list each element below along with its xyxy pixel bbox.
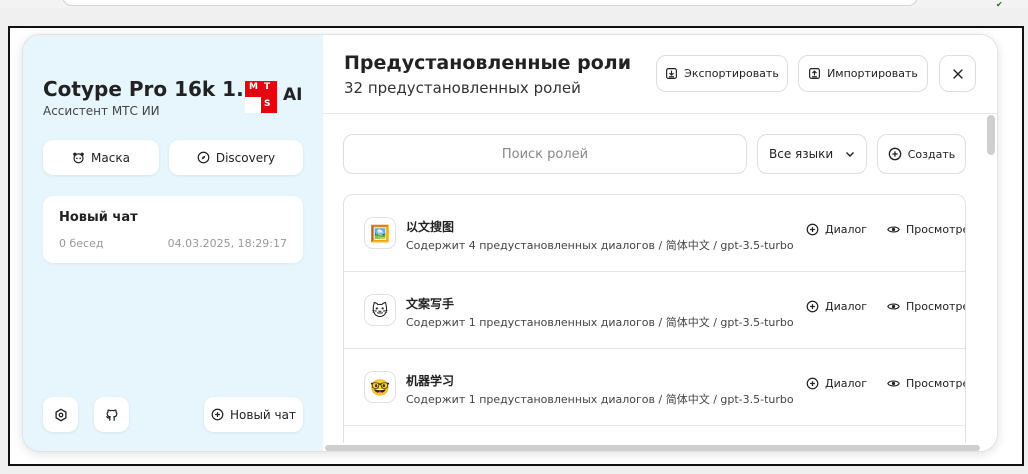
role-avatar: 🤓: [364, 371, 396, 403]
mask-button[interactable]: Маска: [43, 140, 159, 175]
role-avatar: 🖼️: [364, 217, 396, 249]
settings-button[interactable]: [43, 397, 78, 432]
eye-icon: [887, 226, 900, 233]
dialog-label: Диалог: [825, 223, 868, 236]
view-button[interactable]: Просмотреть: [887, 223, 965, 236]
view-label: Просмотреть: [906, 300, 965, 313]
chat-count: 0 бесед: [59, 237, 104, 250]
role-row: 🖼️ 以文搜图 Содержит 4 предустановленных диа…: [344, 195, 965, 272]
upload-icon: [809, 68, 821, 79]
view-button[interactable]: Просмотреть: [887, 300, 965, 313]
role-row: 🤓 机器学习 Содержит 1 предустановленных диал…: [344, 349, 965, 426]
role-name: 机器学习: [406, 374, 455, 388]
export-label: Экспортировать: [684, 67, 779, 80]
roles-panel: Предустановленные роли 32 предустановлен…: [323, 35, 997, 451]
dialog-button[interactable]: Диалог: [806, 300, 867, 313]
import-button[interactable]: Импортировать: [798, 55, 928, 92]
app-container: Cotype Pro 16k 1.1 Ассистент МТС ИИ M T …: [22, 34, 998, 452]
chat-item[interactable]: Новый чат 0 бесед 04.03.2025, 18:29:17: [43, 196, 303, 263]
role-name: 文案写手: [406, 297, 455, 311]
vertical-scrollbar[interactable]: [987, 115, 995, 155]
create-button[interactable]: Создать: [877, 134, 966, 174]
search-input[interactable]: [343, 134, 747, 174]
discovery-label: Discovery: [215, 150, 276, 165]
dialog-label: Диалог: [825, 377, 868, 390]
settings-icon: [54, 408, 67, 421]
address-bar[interactable]: [62, 0, 918, 6]
dialog-button[interactable]: Диалог: [806, 223, 867, 236]
plus-circle-icon: [888, 147, 902, 161]
language-selected: Все языки: [769, 147, 834, 161]
mask-icon: [73, 152, 84, 164]
logo-letter-s: S: [264, 99, 271, 109]
horizontal-scrollbar[interactable]: [325, 445, 980, 451]
language-select[interactable]: Все языки: [757, 134, 867, 174]
role-description: Содержит 1 предустановленных диалогов / …: [406, 316, 794, 329]
plus-circle-icon: [806, 377, 819, 390]
role-avatar: 🐱: [364, 294, 396, 326]
logo-ai-text: AI: [283, 85, 303, 105]
import-label: Импортировать: [827, 67, 918, 80]
page-title: Предустановленные роли: [344, 52, 632, 74]
dialog-button[interactable]: Диалог: [806, 377, 867, 390]
mts-logo: M T S: [245, 81, 277, 113]
plus-circle-icon: [806, 300, 819, 313]
eye-icon: [887, 303, 900, 310]
chat-title: Новый чат: [59, 210, 138, 225]
browser-top-strip: ✔: [0, 0, 1028, 9]
dialog-label: Диалог: [825, 300, 868, 313]
role-name: 以文搜图: [406, 220, 455, 234]
page-subtitle: 32 предустановленных ролей: [344, 79, 581, 97]
view-label: Просмотреть: [906, 377, 965, 390]
chevron-down-icon: [846, 152, 855, 157]
logo-letter-m: M: [249, 82, 258, 92]
plus-circle-icon: [211, 408, 224, 421]
github-icon: [105, 408, 117, 421]
github-button[interactable]: [94, 397, 129, 432]
role-row: 🐱 文案写手 Содержит 1 предустановленных диал…: [344, 272, 965, 349]
close-button[interactable]: [939, 55, 976, 92]
brand-subtitle: Ассистент МТС ИИ: [43, 104, 160, 118]
export-button[interactable]: Экспортировать: [656, 55, 788, 92]
mask-label: Маска: [91, 150, 130, 165]
chat-date: 04.03.2025, 18:29:17: [167, 237, 287, 250]
role-description: Содержит 4 предустановленных диалогов / …: [406, 239, 794, 252]
status-check-icon: ✔: [996, 0, 1003, 9]
compass-icon: [197, 151, 210, 164]
create-label: Создать: [907, 147, 956, 161]
view-button[interactable]: Просмотреть: [887, 377, 965, 390]
panel-header: Предустановленные роли 32 предустановлен…: [323, 35, 997, 114]
close-icon: [952, 68, 963, 79]
window-frame: Cotype Pro 16k 1.1 Ассистент МТС ИИ M T …: [8, 26, 1024, 466]
discovery-button[interactable]: Discovery: [169, 140, 303, 175]
sidebar: Cotype Pro 16k 1.1 Ассистент МТС ИИ M T …: [23, 35, 323, 451]
view-label: Просмотреть: [906, 223, 965, 236]
role-description: Содержит 1 предустановленных диалогов / …: [406, 393, 794, 406]
new-chat-button[interactable]: Новый чат: [204, 397, 303, 432]
logo-letter-t: T: [264, 82, 271, 92]
plus-circle-icon: [806, 223, 819, 236]
roles-list: 🖼️ 以文搜图 Содержит 4 предустановленных диа…: [343, 194, 966, 444]
eye-icon: [887, 380, 900, 387]
brand-title: Cotype Pro 16k 1.1: [43, 77, 258, 101]
download-icon: [666, 68, 678, 79]
new-chat-label: Новый чат: [230, 407, 296, 422]
